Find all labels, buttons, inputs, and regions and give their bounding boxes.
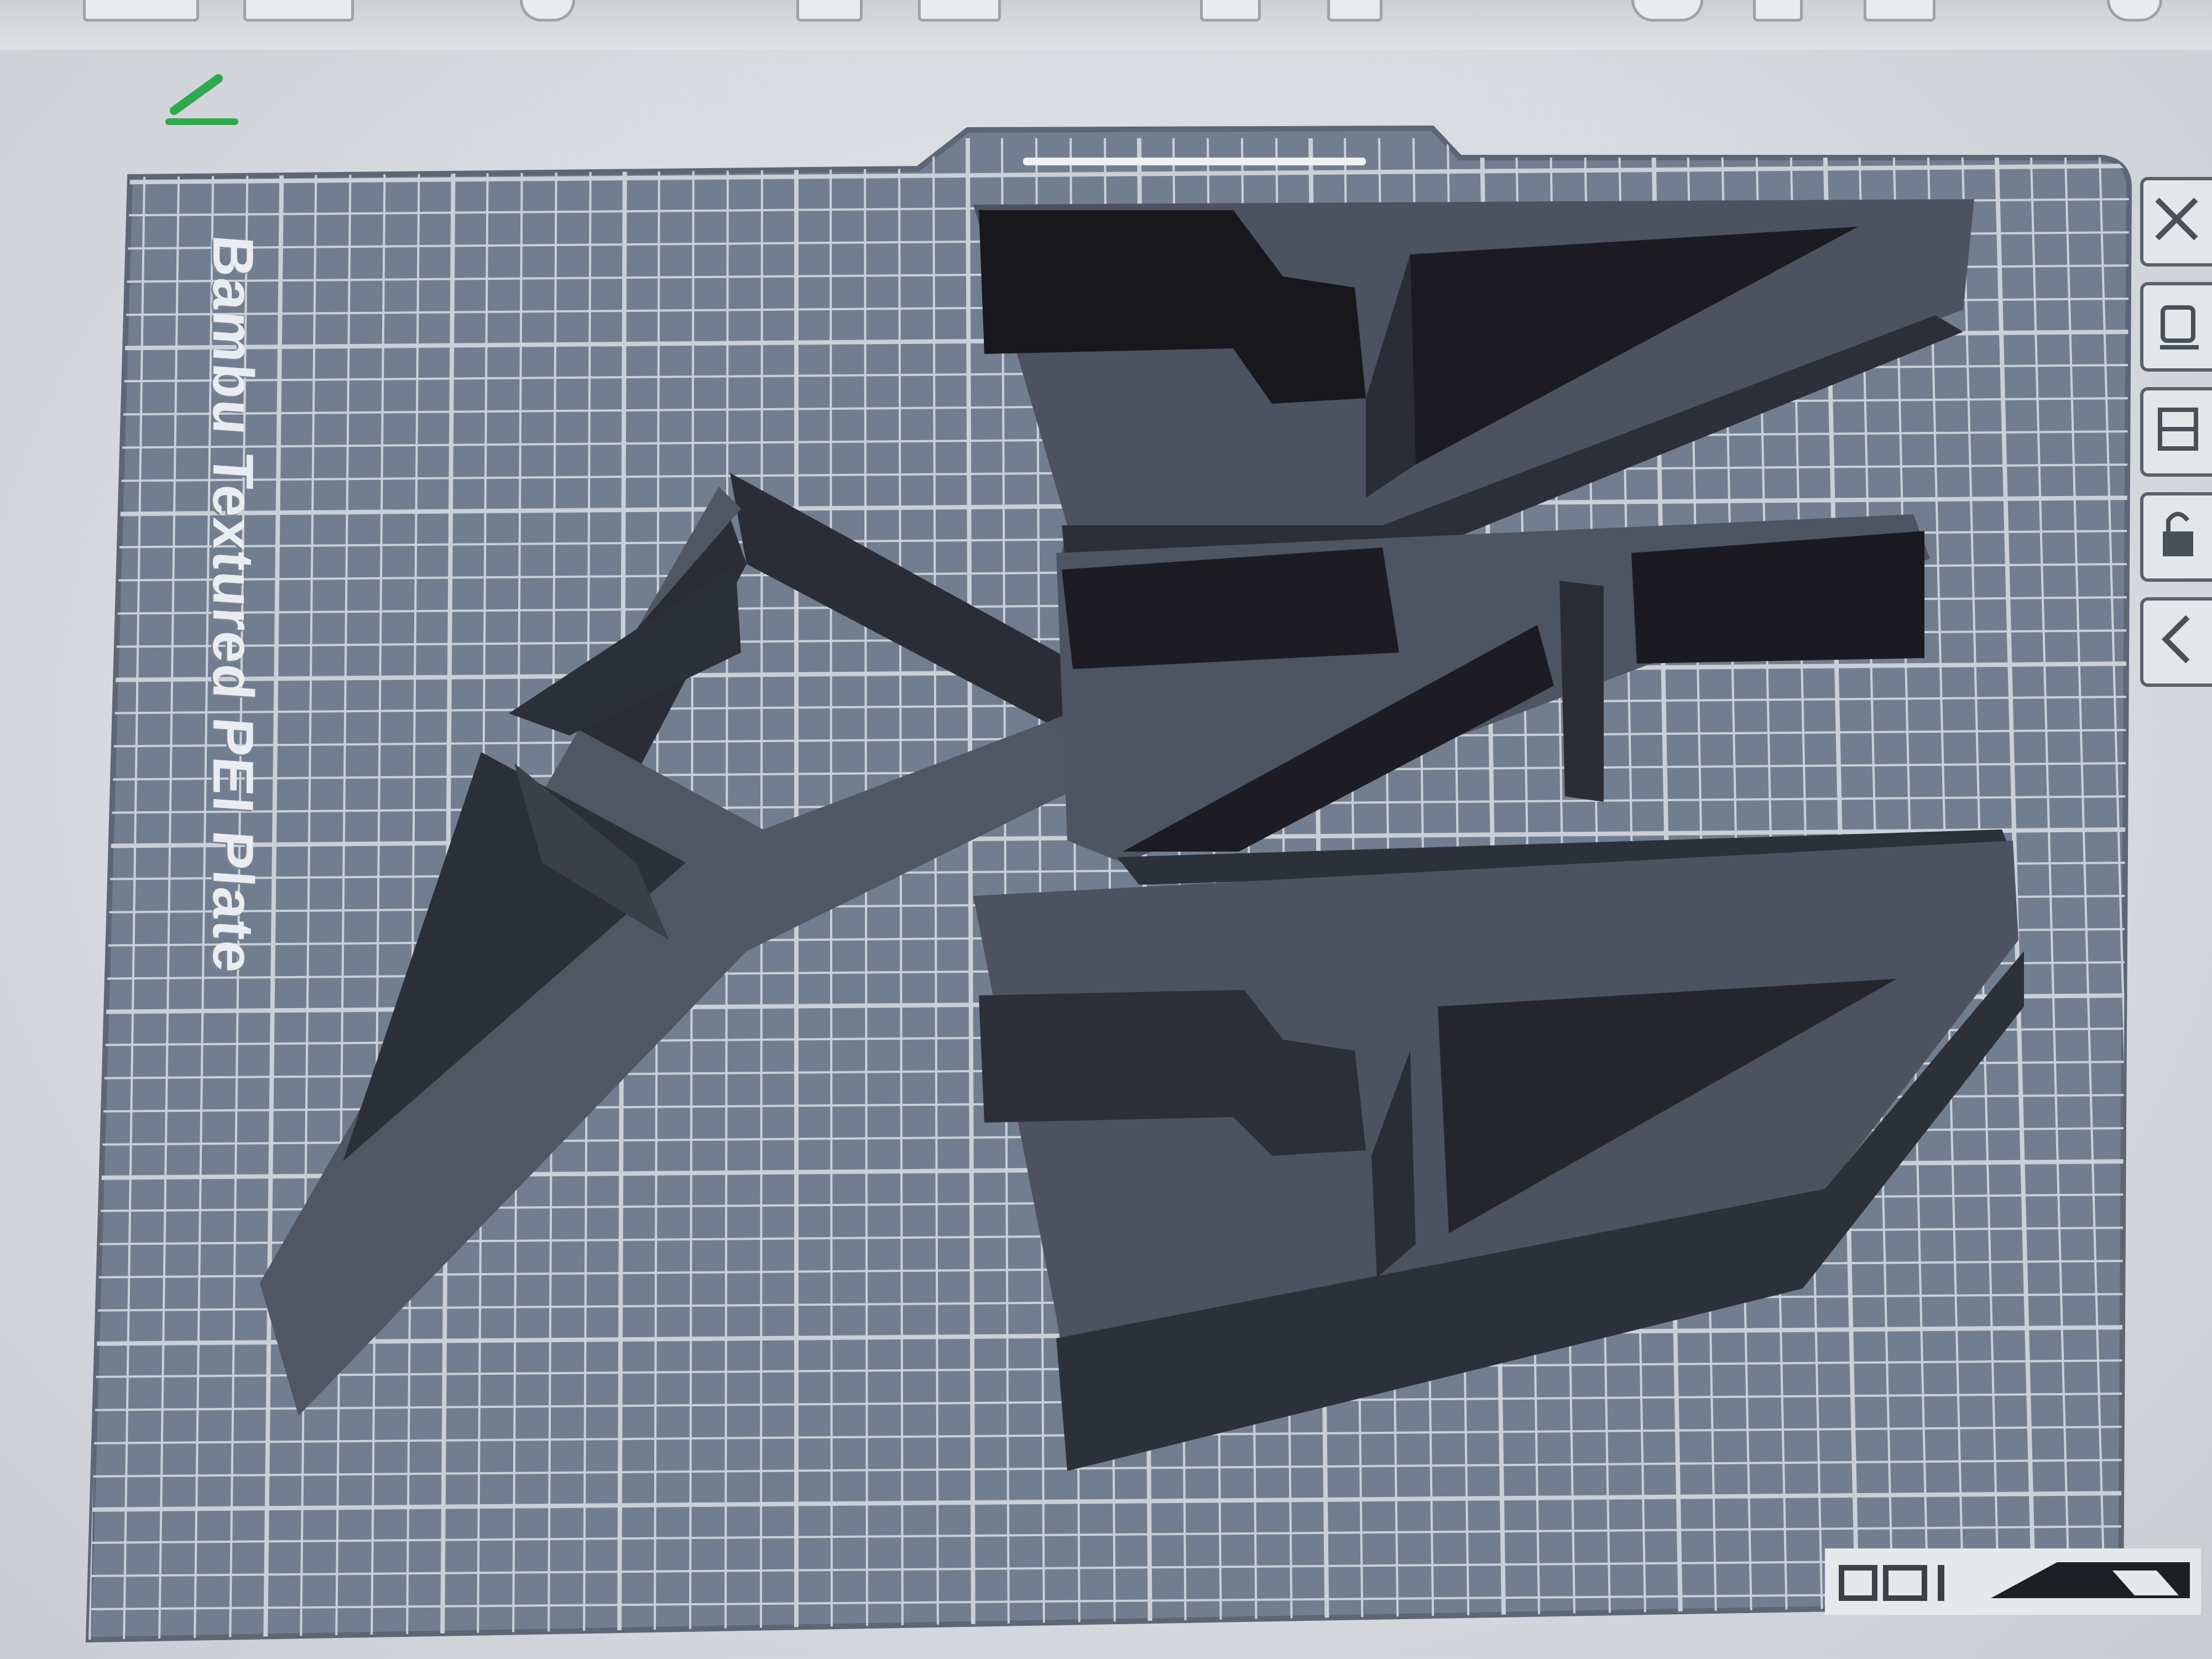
plate-name-label: Bambu Textured PEI Plate — [201, 233, 265, 976]
layers-icon[interactable] — [2140, 387, 2212, 477]
build-plate-viewport[interactable] — [0, 0, 2212, 1659]
bottom-toolbar — [1825, 1548, 2201, 1615]
back-icon[interactable] — [2140, 597, 2212, 687]
lock-icon[interactable] — [2140, 492, 2212, 582]
plate-tab-handle — [1023, 158, 1366, 165]
hand-icon[interactable] — [2140, 282, 2212, 372]
close-icon[interactable] — [2140, 177, 2212, 267]
right-sidebar — [2140, 166, 2212, 719]
